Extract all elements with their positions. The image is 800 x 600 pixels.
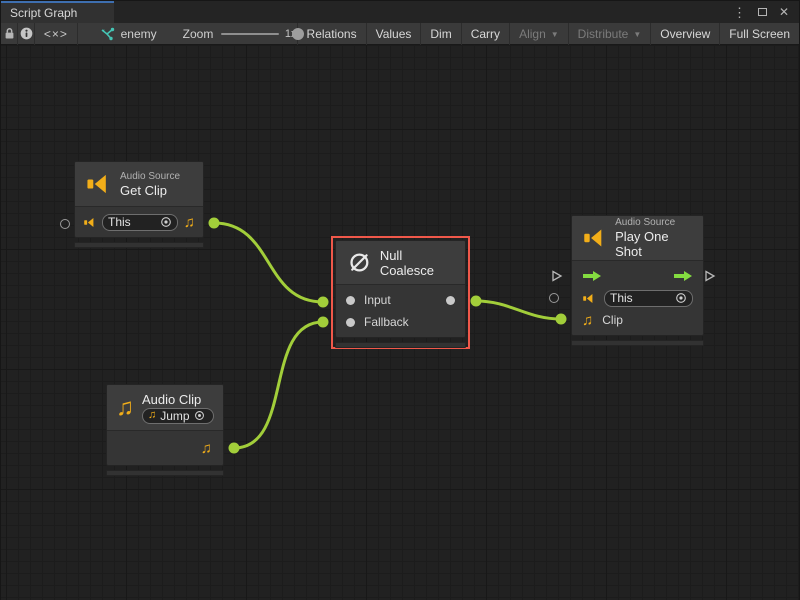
graph-icon <box>100 27 115 41</box>
dropdown-arrow-icon: ▼ <box>551 30 559 39</box>
target-row[interactable]: This <box>572 287 703 309</box>
graph-breadcrumb[interactable]: enemy <box>100 27 157 41</box>
flow-out-arrow-icon[interactable] <box>673 270 693 282</box>
audio-source-icon <box>85 171 111 197</box>
clip-port-row[interactable]: ♫ Clip <box>572 309 703 331</box>
info-button[interactable] <box>18 23 34 45</box>
node-header[interactable]: Audio Source Get Clip <box>75 162 203 207</box>
fallback-port-row[interactable]: Fallback <box>336 311 465 333</box>
audio-clip-icon: ♫ <box>116 396 134 420</box>
node-footer <box>106 470 224 476</box>
wire-audioclip-to-fallback[interactable] <box>234 322 323 448</box>
input-port[interactable] <box>346 296 355 305</box>
align-button[interactable]: Align ▼ <box>509 23 568 45</box>
node-title: Audio Clip <box>142 392 214 407</box>
zoom-slider[interactable] <box>221 23 279 45</box>
lock-button[interactable] <box>1 23 17 45</box>
node-title: Play One Shot <box>615 229 693 259</box>
node-audio-clip-variable[interactable]: ♫ Audio Clip ♫ Jump <box>106 384 224 476</box>
wire-output-to-clip[interactable] <box>476 301 561 319</box>
object-picker-icon[interactable] <box>194 410 205 421</box>
fallback-port[interactable] <box>346 318 355 327</box>
node-play-one-shot[interactable]: Audio Source Play One Shot <box>571 215 704 346</box>
toolbar-divider <box>77 23 78 45</box>
code-preview-button[interactable]: <×> <box>35 23 77 45</box>
audio-clip-output-port[interactable]: ♫ <box>201 441 212 456</box>
node-footer <box>74 242 204 248</box>
close-icon[interactable]: ✕ <box>779 6 789 18</box>
node-footer <box>571 340 704 346</box>
values-button[interactable]: Values <box>366 23 421 45</box>
audio-clip-output-port[interactable]: ♫ <box>184 215 195 230</box>
node-get-clip[interactable]: Audio Source Get Clip This <box>74 161 204 248</box>
dim-button[interactable]: Dim <box>420 23 460 45</box>
this-target-field[interactable]: This <box>102 214 178 231</box>
graph-name: enemy <box>121 27 157 41</box>
get-clip-self-port[interactable] <box>60 219 70 229</box>
graph-canvas[interactable]: Audio Source Get Clip This <box>1 45 799 600</box>
wire-getclip-to-input[interactable] <box>214 223 323 302</box>
zoom-label: Zoom <box>183 27 214 41</box>
overview-button[interactable]: Overview <box>650 23 719 45</box>
flow-in-external-port[interactable] <box>551 270 563 282</box>
flow-port-row[interactable] <box>572 265 703 287</box>
script-graph-window: Script Graph ⋮ ✕ <×> <box>0 0 800 600</box>
clip-input-port[interactable]: ♫ <box>582 313 593 328</box>
distribute-button[interactable]: Distribute ▼ <box>568 23 651 45</box>
object-picker-icon[interactable] <box>675 292 687 304</box>
info-icon <box>20 27 33 40</box>
full-screen-button[interactable]: Full Screen <box>719 23 799 45</box>
zoom-slider-handle[interactable] <box>292 28 304 40</box>
carry-button[interactable]: Carry <box>461 23 509 45</box>
variable-field[interactable]: ♫ Jump <box>142 408 214 424</box>
code-preview-label: <×> <box>44 27 68 41</box>
tab-title: Script Graph <box>10 6 77 20</box>
zoom-slider-track <box>221 33 279 35</box>
play-one-shot-self-port[interactable] <box>549 293 559 303</box>
dropdown-arrow-icon: ▼ <box>633 30 641 39</box>
graph-toolbar: <×> enemy Zoom 1x Relations Values <box>1 23 799 45</box>
this-target-field[interactable]: This <box>604 290 693 307</box>
tab-bar: Script Graph ⋮ ✕ <box>1 1 799 23</box>
kebab-menu-icon[interactable]: ⋮ <box>733 6 746 19</box>
node-title: Null Coalesce <box>380 248 453 278</box>
null-coalesce-icon <box>348 250 371 275</box>
node-null-coalesce-selected[interactable]: Null Coalesce Input Fallback <box>331 236 470 349</box>
node-title: Get Clip <box>120 183 180 198</box>
node-category: Audio Source <box>615 217 693 228</box>
flow-in-arrow-icon[interactable] <box>582 270 602 282</box>
object-picker-icon[interactable] <box>160 216 172 228</box>
input-port-row[interactable]: Input <box>336 289 465 311</box>
toolbar-buttons: Relations Values Dim Carry Align ▼ Distr… <box>297 23 799 45</box>
audio-source-icon <box>582 225 606 251</box>
node-category: Audio Source <box>120 171 180 182</box>
lock-icon <box>3 27 16 40</box>
flow-out-external-port[interactable] <box>704 270 716 282</box>
audio-source-icon <box>582 292 595 305</box>
audio-clip-icon: ♫ <box>148 410 156 421</box>
window-controls: ⋮ ✕ <box>733 1 799 23</box>
tab-script-graph[interactable]: Script Graph <box>1 1 114 23</box>
node-footer <box>335 342 466 348</box>
result-output-port[interactable] <box>446 296 455 305</box>
maximize-icon[interactable] <box>758 3 767 21</box>
audio-source-icon <box>83 216 96 229</box>
relations-button[interactable]: Relations <box>297 23 366 45</box>
